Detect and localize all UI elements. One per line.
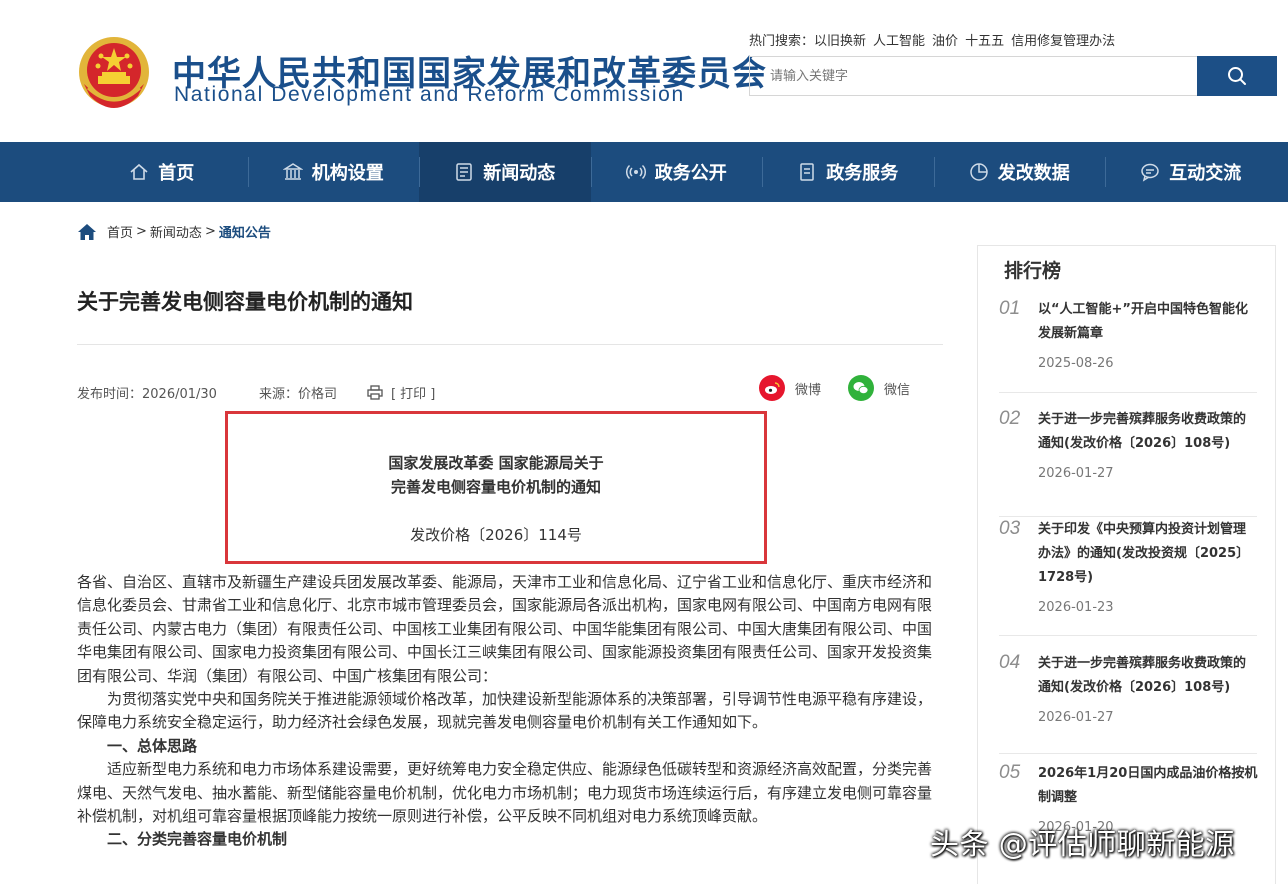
home-icon[interactable] [77, 223, 97, 241]
title-divider [77, 344, 943, 345]
breadcrumb-section[interactable]: 新闻动态 [150, 222, 202, 241]
document-icon [800, 163, 814, 181]
rank-date: 2026-01-23 [1038, 600, 1114, 615]
rank-number: 04 [999, 652, 1021, 673]
document-header-highlight: 国家发展改革委 国家能源局关于 完善发电侧容量电价机制的通知 发改价格〔2026… [225, 411, 767, 564]
nav-item-home[interactable]: 首页 [76, 142, 248, 202]
ranking-item[interactable]: 03 关于印发《中央预算内投资计划管理办法》的通知(发改投资规〔2025〕172… [999, 518, 1257, 636]
article-title: 关于完善发电侧容量电价机制的通知 [77, 290, 413, 314]
document-number: 发改价格〔2026〕114号 [410, 526, 582, 544]
section-heading: 二、分类完善容量电价机制 [107, 830, 288, 849]
hot-search-term[interactable]: 油价 [932, 34, 958, 49]
building-icon [282, 163, 303, 180]
hot-search-term[interactable]: 十五五 [965, 34, 1004, 49]
section-heading: 一、总体思路 [107, 736, 198, 755]
rank-number: 05 [999, 762, 1021, 783]
document-issuer-line: 国家发展改革委 国家能源局关于 [388, 454, 604, 472]
share-wechat-label: 微信 [884, 382, 911, 398]
hot-search-term[interactable]: 人工智能 [873, 34, 925, 49]
hot-search-bar: 热门搜索：以旧换新 人工智能 油价 十五五 信用修复管理办法 [749, 30, 1122, 49]
nav-item-data[interactable]: 发改数据 [933, 142, 1106, 202]
document-title-line: 完善发电侧容量电价机制的通知 [390, 478, 601, 496]
national-emblem-logo[interactable] [76, 34, 152, 114]
home-icon [130, 163, 148, 180]
breadcrumb: 首页 > 新闻动态 > 通知公告 [77, 222, 271, 241]
pie-chart-icon [970, 163, 988, 181]
intro-paragraph: 为贯彻落实党中央和国务院关于推进能源领域价格改革，加快建设新型能源体系的决策部署… [77, 690, 933, 732]
news-icon [456, 163, 472, 181]
weibo-icon [759, 375, 785, 401]
search-icon [1228, 67, 1246, 85]
ranking-item[interactable]: 01 以“人工智能+”开启中国特色智能化发展新篇章 2025-08-26 [999, 298, 1257, 393]
breadcrumb-separator: > [204, 224, 216, 239]
rank-title[interactable]: 2026年1月20日国内成品油价格按机制调整 [1038, 762, 1258, 810]
share-weibo-label: 微博 [795, 382, 822, 398]
site-title-english[interactable]: National Development and Reform Commissi… [174, 83, 685, 107]
ranking-title: 排行榜 [1004, 260, 1062, 282]
nav-item-government-affairs[interactable]: 政务公开 [590, 142, 763, 202]
article-source: 来源：价格司 [258, 387, 337, 402]
site-header: 中华人民共和国国家发展和改革委员会 National Development a… [0, 0, 1288, 142]
hot-search-term[interactable]: 信用修复管理办法 [1011, 34, 1115, 49]
print-label: [ 打印 ] [390, 387, 436, 402]
chat-icon [1141, 163, 1159, 182]
share-weibo-button[interactable]: 微博 [759, 375, 821, 401]
rank-date: 2026-01-27 [1038, 710, 1114, 725]
breadcrumb-separator: > [136, 224, 147, 239]
breadcrumb-home[interactable]: 首页 [107, 222, 133, 241]
rank-number: 03 [999, 518, 1021, 539]
main-nav: 首页 机构设置 新闻动态 政务公开 政务服务 发改数据 互动交流 [0, 142, 1288, 202]
rank-date: 2025-08-26 [1038, 356, 1114, 371]
rank-number: 01 [999, 298, 1021, 319]
rank-title[interactable]: 关于印发《中央预算内投资计划管理办法》的通知(发改投资规〔2025〕1728号) [1038, 518, 1258, 590]
ranking-sidebar: 排行榜 01 以“人工智能+”开启中国特色智能化发展新篇章 2025-08-26… [977, 245, 1276, 884]
search-box [749, 56, 1197, 96]
printer-icon [367, 385, 383, 400]
hot-search-label: 热门搜索： [749, 34, 815, 49]
toutiao-watermark: 头条 @评估师聊新能源 [930, 827, 1235, 861]
breadcrumb-current[interactable]: 通知公告 [219, 222, 271, 241]
rank-title[interactable]: 以“人工智能+”开启中国特色智能化发展新篇章 [1038, 298, 1258, 346]
publish-time: 发布时间：2026/01/30 [77, 387, 217, 402]
print-button[interactable]: [ 打印 ] [367, 383, 435, 402]
search-button[interactable] [1197, 56, 1277, 96]
nav-label: 政务服务 [826, 163, 899, 184]
rank-date: 2026-01-27 [1038, 466, 1114, 481]
broadcast-icon [625, 164, 646, 180]
nav-label: 新闻动态 [483, 163, 556, 184]
hot-search-term[interactable]: 以旧换新 [814, 34, 866, 49]
nav-item-organization[interactable]: 机构设置 [247, 142, 420, 202]
rank-title[interactable]: 关于进一步完善殡葬服务收费政策的通知(发改价格〔2026〕108号) [1038, 652, 1258, 700]
article-body: 各省、自治区、直辖市及新疆生产建设兵团发展改革委、能源局，天津市工业和信息化局、… [77, 571, 943, 852]
body-paragraph: 适应新型电力系统和电力市场体系建设需要，更好统筹电力安全稳定供应、能源绿色低碳转… [77, 760, 933, 826]
wechat-icon [848, 375, 874, 401]
addressee-paragraph: 各省、自治区、直辖市及新疆生产建设兵团发展改革委、能源局，天津市工业和信息化局、… [77, 573, 933, 685]
search-input[interactable] [750, 57, 1197, 95]
nav-item-services[interactable]: 政务服务 [762, 142, 934, 202]
nav-label: 发改数据 [997, 163, 1070, 184]
nav-label: 互动交流 [1169, 163, 1242, 184]
rank-number: 02 [999, 408, 1021, 429]
article-meta: 发布时间：2026/01/30 来源：价格司 [ 打印 ] [77, 383, 435, 402]
nav-label: 首页 [158, 163, 195, 184]
ranking-item[interactable]: 04 关于进一步完善殡葬服务收费政策的通知(发改价格〔2026〕108号) 20… [999, 652, 1257, 754]
nav-item-interaction[interactable]: 互动交流 [1105, 142, 1277, 202]
nav-label: 机构设置 [311, 163, 384, 184]
rank-title[interactable]: 关于进一步完善殡葬服务收费政策的通知(发改价格〔2026〕108号) [1038, 408, 1258, 456]
nav-label: 政务公开 [654, 163, 727, 184]
share-wechat-button[interactable]: 微信 [848, 375, 910, 401]
nav-item-news[interactable]: 新闻动态 [419, 142, 591, 202]
ranking-item[interactable]: 02 关于进一步完善殡葬服务收费政策的通知(发改价格〔2026〕108号) 20… [999, 408, 1257, 517]
